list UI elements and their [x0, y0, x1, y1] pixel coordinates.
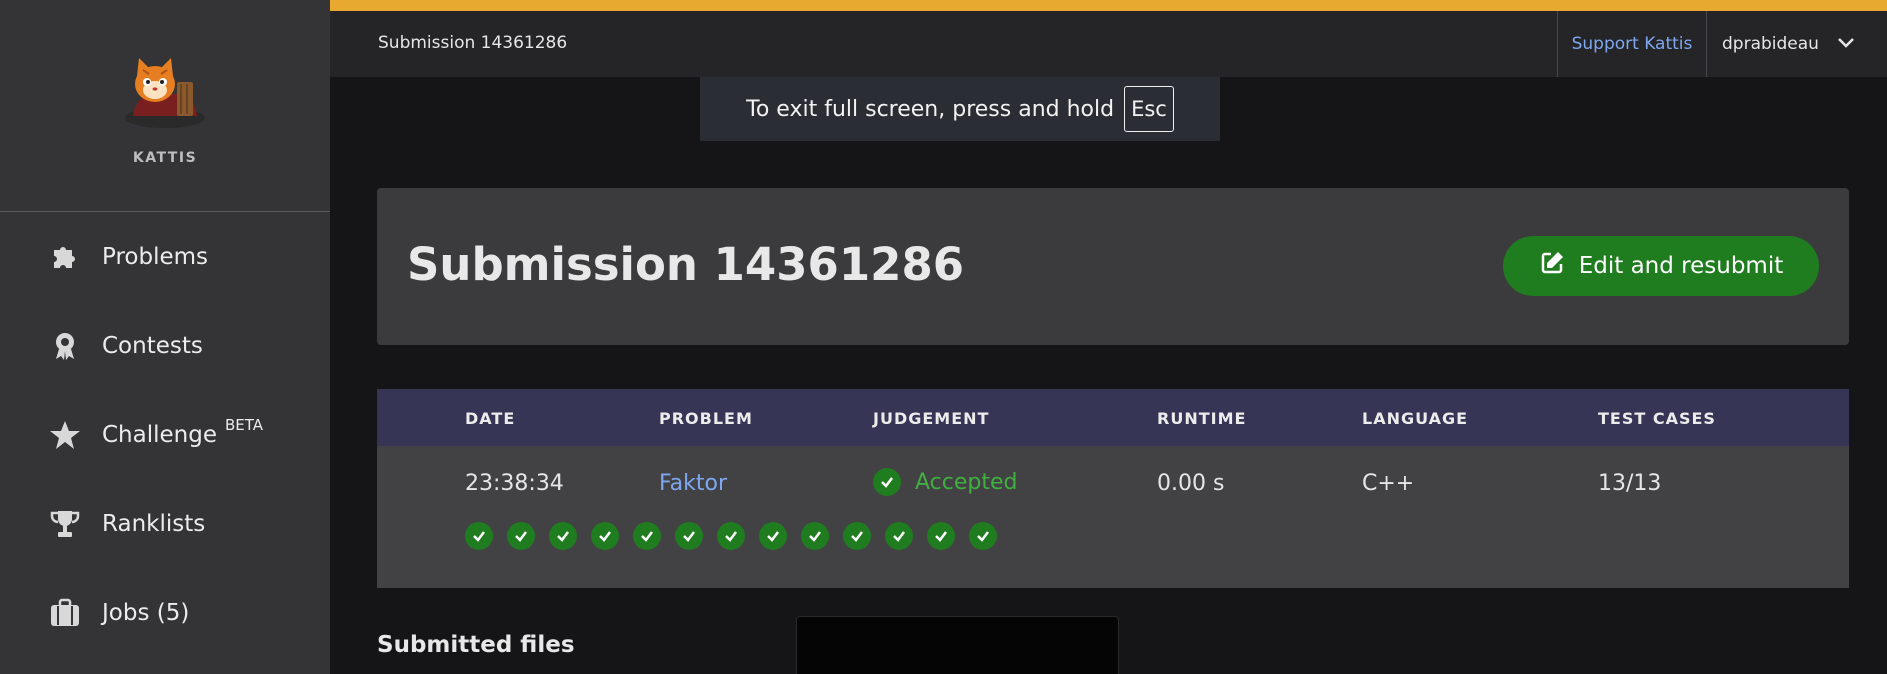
cell-language: C++ — [1362, 471, 1415, 496]
brand-name: KATTIS — [132, 150, 198, 166]
sidebar-item-label: Challenge — [102, 422, 217, 448]
beta-badge: BETA — [225, 416, 264, 434]
sidebar-item-label: Contests — [102, 333, 203, 359]
edit-resubmit-button[interactable]: Edit and resubmit — [1503, 236, 1819, 296]
esc-key: Esc — [1124, 86, 1174, 132]
brand: KATTIS — [0, 0, 330, 212]
star-icon — [48, 418, 82, 452]
sidebar-item-label: Problems — [102, 244, 209, 270]
table-header: DATE PROBLEM JUDGEMENT RUNTIME LANGUAGE … — [377, 389, 1849, 446]
judgement-text: Accepted — [915, 469, 1018, 495]
test-case-check-icon[interactable] — [549, 522, 577, 550]
sidebar-item-ranklists[interactable]: Ranklists — [48, 504, 205, 544]
edit-resubmit-label: Edit and resubmit — [1578, 253, 1784, 279]
test-case-check-icon[interactable] — [591, 522, 619, 550]
top-bar: Submission 14361286 Support Kattis dprab… — [330, 11, 1887, 77]
breadcrumb[interactable]: Submission 14361286 — [378, 33, 567, 53]
test-case-check-icon[interactable] — [633, 522, 661, 550]
award-icon — [48, 329, 82, 363]
submission-table: DATE PROBLEM JUDGEMENT RUNTIME LANGUAGE … — [377, 389, 1849, 588]
briefcase-icon — [48, 596, 82, 630]
test-case-check-icon[interactable] — [801, 522, 829, 550]
test-case-check-icon[interactable] — [717, 522, 745, 550]
sidebar: KATTIS Problems Contests Challenge BETA … — [0, 0, 330, 674]
sidebar-item-jobs[interactable]: Jobs (5) — [48, 593, 189, 633]
edit-icon — [1539, 250, 1579, 282]
test-case-check-icon[interactable] — [885, 522, 913, 550]
test-case-check-icon[interactable] — [969, 522, 997, 550]
cell-test-cases: 13/13 — [1598, 471, 1662, 496]
chevron-down-icon — [1819, 34, 1855, 54]
cell-date: 23:38:34 — [465, 471, 564, 496]
test-case-results — [465, 522, 1011, 550]
column-header-runtime: RUNTIME — [1157, 409, 1247, 428]
problem-link[interactable]: Faktor — [659, 471, 727, 496]
sidebar-item-challenge[interactable]: Challenge BETA — [48, 415, 263, 455]
submission-header: Submission 14361286 Edit and resubmit — [377, 188, 1849, 345]
support-link[interactable]: Support Kattis — [1557, 11, 1707, 77]
column-header-judgement: JUDGEMENT — [873, 409, 990, 428]
test-case-check-icon[interactable] — [843, 522, 871, 550]
test-case-check-icon[interactable] — [675, 522, 703, 550]
username: dprabideau — [1722, 34, 1819, 54]
kattis-cat-logo[interactable] — [115, 56, 215, 128]
test-case-check-icon[interactable] — [759, 522, 787, 550]
sidebar-item-label: Ranklists — [102, 511, 206, 537]
column-header-language: LANGUAGE — [1362, 409, 1469, 428]
sidebar-item-label: Jobs (5) — [102, 600, 190, 626]
submitted-files-title: Submitted files — [377, 632, 575, 658]
sidebar-item-problems[interactable]: Problems — [48, 237, 208, 277]
cell-judgement: Accepted — [873, 468, 1017, 496]
cell-runtime: 0.00 s — [1157, 471, 1225, 496]
trophy-icon — [48, 507, 82, 541]
check-icon — [873, 468, 901, 496]
test-case-check-icon[interactable] — [465, 522, 493, 550]
file-viewer[interactable] — [796, 616, 1119, 674]
fullscreen-toast-text: To exit full screen, press and hold — [746, 96, 1115, 122]
puzzle-icon — [48, 240, 82, 274]
column-header-problem: PROBLEM — [659, 409, 753, 428]
page-title: Submission 14361286 — [407, 238, 965, 291]
user-menu[interactable]: dprabideau — [1722, 11, 1855, 77]
top-accent-bar — [330, 0, 1887, 11]
column-header-date: DATE — [465, 409, 516, 428]
test-case-check-icon[interactable] — [927, 522, 955, 550]
column-header-test-cases: TEST CASES — [1598, 409, 1716, 428]
sidebar-item-contests[interactable]: Contests — [48, 326, 203, 366]
test-case-check-icon[interactable] — [507, 522, 535, 550]
fullscreen-toast: To exit full screen, press and hold Esc — [700, 77, 1220, 141]
